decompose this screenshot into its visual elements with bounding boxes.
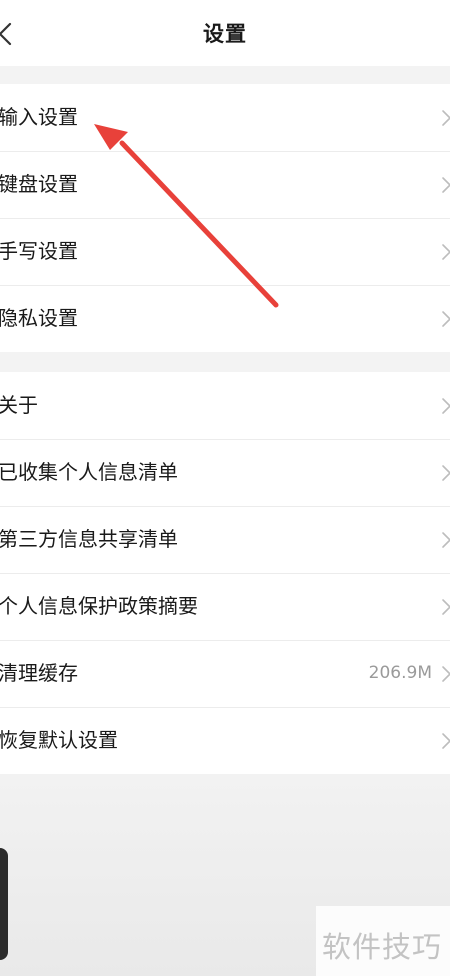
settings-item-clear-cache[interactable]: 清理缓存 206.9M bbox=[0, 640, 450, 707]
settings-item-label: 恢复默认设置 bbox=[0, 728, 118, 752]
settings-item-privacy-policy-summary[interactable]: 个人信息保护政策摘要 bbox=[0, 573, 450, 640]
chevron-right-icon bbox=[440, 176, 450, 194]
settings-item-label: 个人信息保护政策摘要 bbox=[0, 594, 198, 618]
settings-item-label: 关于 bbox=[0, 393, 38, 417]
cache-size-value: 206.9M bbox=[368, 663, 432, 683]
settings-item-restore-defaults[interactable]: 恢复默认设置 bbox=[0, 707, 450, 774]
settings-item-keyboard[interactable]: 键盘设置 bbox=[0, 151, 450, 218]
chevron-right-icon bbox=[440, 665, 450, 683]
chevron-right-icon bbox=[440, 732, 450, 750]
settings-item-label: 第三方信息共享清单 bbox=[0, 527, 178, 551]
watermark: 软件技巧 bbox=[316, 906, 450, 976]
chevron-right-icon bbox=[440, 397, 450, 415]
chevron-right-icon bbox=[440, 464, 450, 482]
settings-group-input: 输入设置 键盘设置 手写设置 隐私设置 bbox=[0, 84, 450, 352]
settings-group-info: 关于 已收集个人信息清单 第三方信息共享清单 个人信息保护政策摘要 清理缓存 2… bbox=[0, 372, 450, 774]
device-edge bbox=[0, 848, 8, 960]
chevron-right-icon bbox=[440, 310, 450, 328]
settings-item-label: 键盘设置 bbox=[0, 172, 78, 196]
settings-item-label: 手写设置 bbox=[0, 239, 78, 263]
chevron-right-icon bbox=[440, 598, 450, 616]
settings-item-third-party-sharing-list[interactable]: 第三方信息共享清单 bbox=[0, 506, 450, 573]
settings-item-privacy[interactable]: 隐私设置 bbox=[0, 285, 450, 352]
settings-item-collected-info-list[interactable]: 已收集个人信息清单 bbox=[0, 439, 450, 506]
settings-item-label: 已收集个人信息清单 bbox=[0, 460, 178, 484]
chevron-right-icon bbox=[440, 531, 450, 549]
watermark-text: 软件技巧 bbox=[322, 930, 443, 964]
settings-item-input[interactable]: 输入设置 bbox=[0, 84, 450, 151]
settings-item-about[interactable]: 关于 bbox=[0, 372, 450, 439]
settings-item-label: 清理缓存 bbox=[0, 661, 78, 685]
settings-item-label: 隐私设置 bbox=[0, 306, 78, 330]
settings-item-label: 输入设置 bbox=[0, 105, 78, 129]
page-title: 设置 bbox=[203, 22, 247, 46]
navigation-bar: 设置 bbox=[0, 0, 450, 66]
settings-item-handwriting[interactable]: 手写设置 bbox=[0, 218, 450, 285]
chevron-right-icon bbox=[440, 243, 450, 261]
chevron-right-icon bbox=[440, 109, 450, 127]
